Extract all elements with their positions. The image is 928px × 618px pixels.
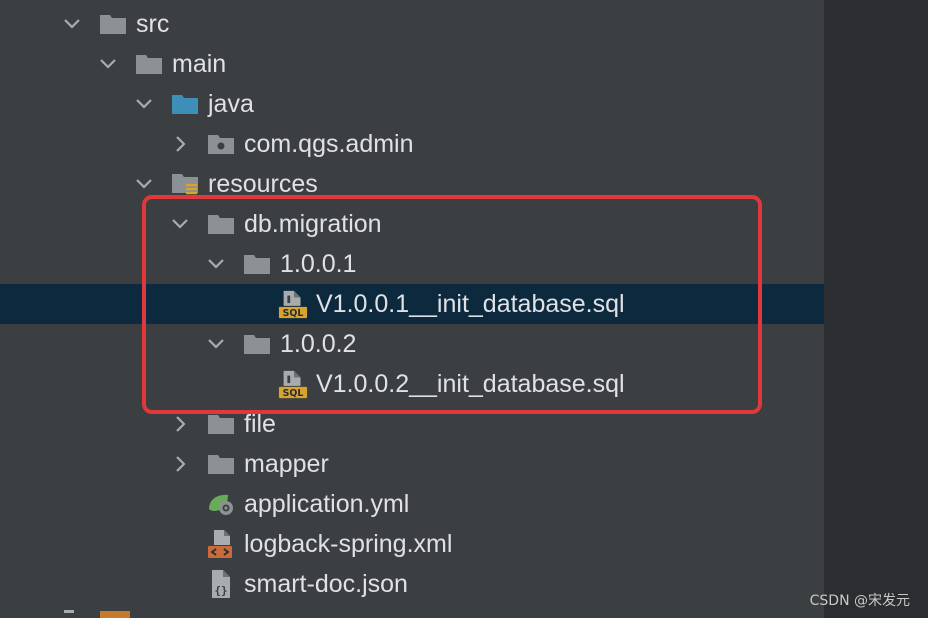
partial-next-row <box>0 608 824 618</box>
tree-label: mapper <box>244 450 329 478</box>
tree-row-src[interactable]: src <box>0 4 824 44</box>
tree-row-application-yml[interactable]: application.yml <box>0 484 824 524</box>
chevron-right-icon[interactable] <box>170 444 190 484</box>
watermark: CSDN @宋发元 <box>809 593 910 609</box>
chevron-right-icon[interactable] <box>170 124 190 164</box>
folder-icon <box>206 204 236 244</box>
chevron-right-icon <box>64 610 74 613</box>
project-tree-screenshot: src main java com.qgs.admin resources db… <box>0 0 928 618</box>
tree-label: db.migration <box>244 210 382 238</box>
tree-row-1-0-0-2[interactable]: 1.0.0.2 <box>0 324 824 364</box>
tree-label: logback-spring.xml <box>244 530 453 558</box>
folder-icon <box>206 444 236 484</box>
folder-icon <box>206 404 236 444</box>
tree-label: V1.0.0.1__init_database.sql <box>316 290 625 318</box>
tree-label: 1.0.0.1 <box>280 250 357 278</box>
svg-text:SQL: SQL <box>283 388 304 399</box>
sql-file-icon: SQL <box>278 284 308 324</box>
chevron-down-icon[interactable] <box>206 244 226 284</box>
folder-icon <box>100 611 130 618</box>
chevron-down-icon[interactable] <box>170 204 190 244</box>
tree-row-db-migration[interactable]: db.migration <box>0 204 824 244</box>
project-tree-panel: src main java com.qgs.admin resources db… <box>0 0 824 618</box>
tree-label: file <box>244 410 276 438</box>
editor-gutter <box>824 0 928 618</box>
tree-row-main[interactable]: main <box>0 44 824 84</box>
folder-icon <box>134 44 164 84</box>
tree-label: resources <box>208 170 318 198</box>
tree-row-file[interactable]: file <box>0 404 824 444</box>
chevron-down-icon[interactable] <box>62 4 82 44</box>
tree-label: V1.0.0.2__init_database.sql <box>316 370 625 398</box>
resources-folder-icon <box>170 164 200 204</box>
tree-row-smart-doc-json[interactable]: {} smart-doc.json <box>0 564 824 604</box>
svg-text:{}: {} <box>214 584 227 597</box>
chevron-down-icon[interactable] <box>98 44 118 84</box>
chevron-down-icon[interactable] <box>134 164 154 204</box>
tree-row-java[interactable]: java <box>0 84 824 124</box>
tree-label: application.yml <box>244 490 410 518</box>
tree-label: 1.0.0.2 <box>280 330 357 358</box>
tree-label: src <box>136 10 170 38</box>
chevron-down-icon[interactable] <box>206 324 226 364</box>
chevron-down-icon[interactable] <box>134 84 154 124</box>
tree-row-1-0-0-1[interactable]: 1.0.0.1 <box>0 244 824 284</box>
source-folder-icon <box>170 84 200 124</box>
folder-icon <box>98 4 128 44</box>
folder-icon <box>242 324 272 364</box>
json-file-icon: {} <box>206 564 236 604</box>
spring-yml-file-icon <box>206 484 236 524</box>
chevron-right-icon[interactable] <box>170 404 190 444</box>
tree-label: main <box>172 50 227 78</box>
tree-row-com-qgs-admin[interactable]: com.qgs.admin <box>0 124 824 164</box>
package-icon <box>206 124 236 164</box>
tree-label: com.qgs.admin <box>244 130 414 158</box>
folder-icon <box>242 244 272 284</box>
tree-row-mapper[interactable]: mapper <box>0 444 824 484</box>
sql-file-icon: SQL <box>278 364 308 404</box>
tree-label: java <box>208 90 254 118</box>
tree-label: smart-doc.json <box>244 570 408 598</box>
tree-row-sql-file-1[interactable]: SQL V1.0.0.1__init_database.sql <box>0 284 824 324</box>
xml-file-icon <box>206 524 236 564</box>
svg-text:SQL: SQL <box>283 308 304 319</box>
tree-row-sql-file-2[interactable]: SQL V1.0.0.2__init_database.sql <box>0 364 824 404</box>
tree-row-resources[interactable]: resources <box>0 164 824 204</box>
tree-row-logback-xml[interactable]: logback-spring.xml <box>0 524 824 564</box>
